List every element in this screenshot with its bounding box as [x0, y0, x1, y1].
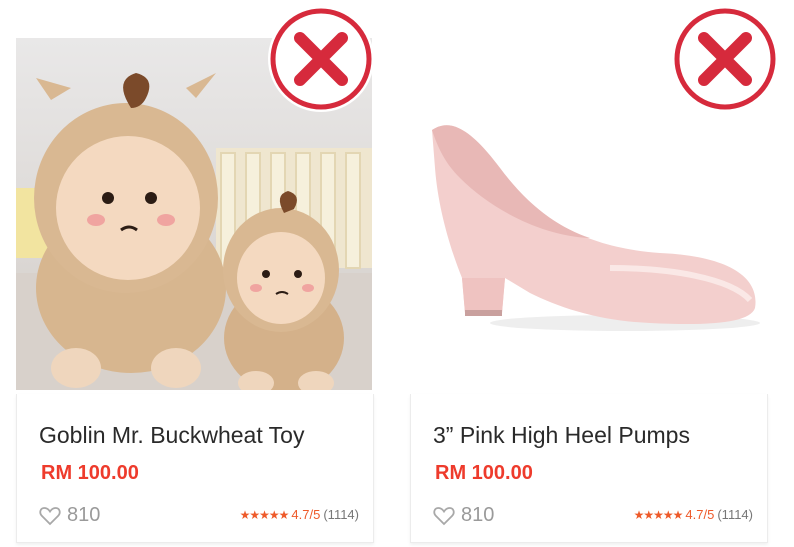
product-info: 3” Pink High Heel Pumps RM 100.00 810 ★★…: [410, 394, 768, 543]
like-count: 810: [461, 504, 495, 526]
product-price: RM 100.00: [41, 462, 139, 484]
star-rating-icon: ★★★★★: [633, 507, 684, 522]
like-count: 810: [67, 504, 101, 526]
product-price: RM 100.00: [435, 462, 533, 484]
product-info: Goblin Mr. Buckwheat Toy RM 100.00 810 ★…: [16, 394, 374, 543]
heart-icon: [433, 506, 455, 525]
product-card-goblin-toy[interactable]: Goblin Mr. Buckwheat Toy RM 100.00 810 ★…: [8, 0, 378, 547]
product-title[interactable]: Goblin Mr. Buckwheat Toy: [39, 422, 304, 449]
rating: ★★★★★ 4.7/5 (1114): [634, 507, 753, 522]
product-title[interactable]: 3” Pink High Heel Pumps: [433, 422, 690, 449]
product-card-pink-heels[interactable]: 3” Pink High Heel Pumps RM 100.00 810 ★★…: [402, 0, 778, 547]
rating-score: 4.7/5: [291, 507, 321, 522]
review-count: (1114): [323, 507, 359, 522]
product-grid: Goblin Mr. Buckwheat Toy RM 100.00 810 ★…: [0, 0, 794, 547]
red-x-icon: [672, 6, 778, 112]
like-button[interactable]: 810: [433, 504, 494, 527]
red-x-icon: [268, 6, 374, 112]
rating-score: 4.7/5: [685, 507, 715, 522]
rating: ★★★★★ 4.7/5 (1114): [240, 507, 359, 522]
review-count: (1114): [717, 507, 753, 522]
heart-icon: [39, 506, 61, 525]
like-button[interactable]: 810: [39, 504, 100, 527]
star-rating-icon: ★★★★★: [239, 507, 290, 522]
